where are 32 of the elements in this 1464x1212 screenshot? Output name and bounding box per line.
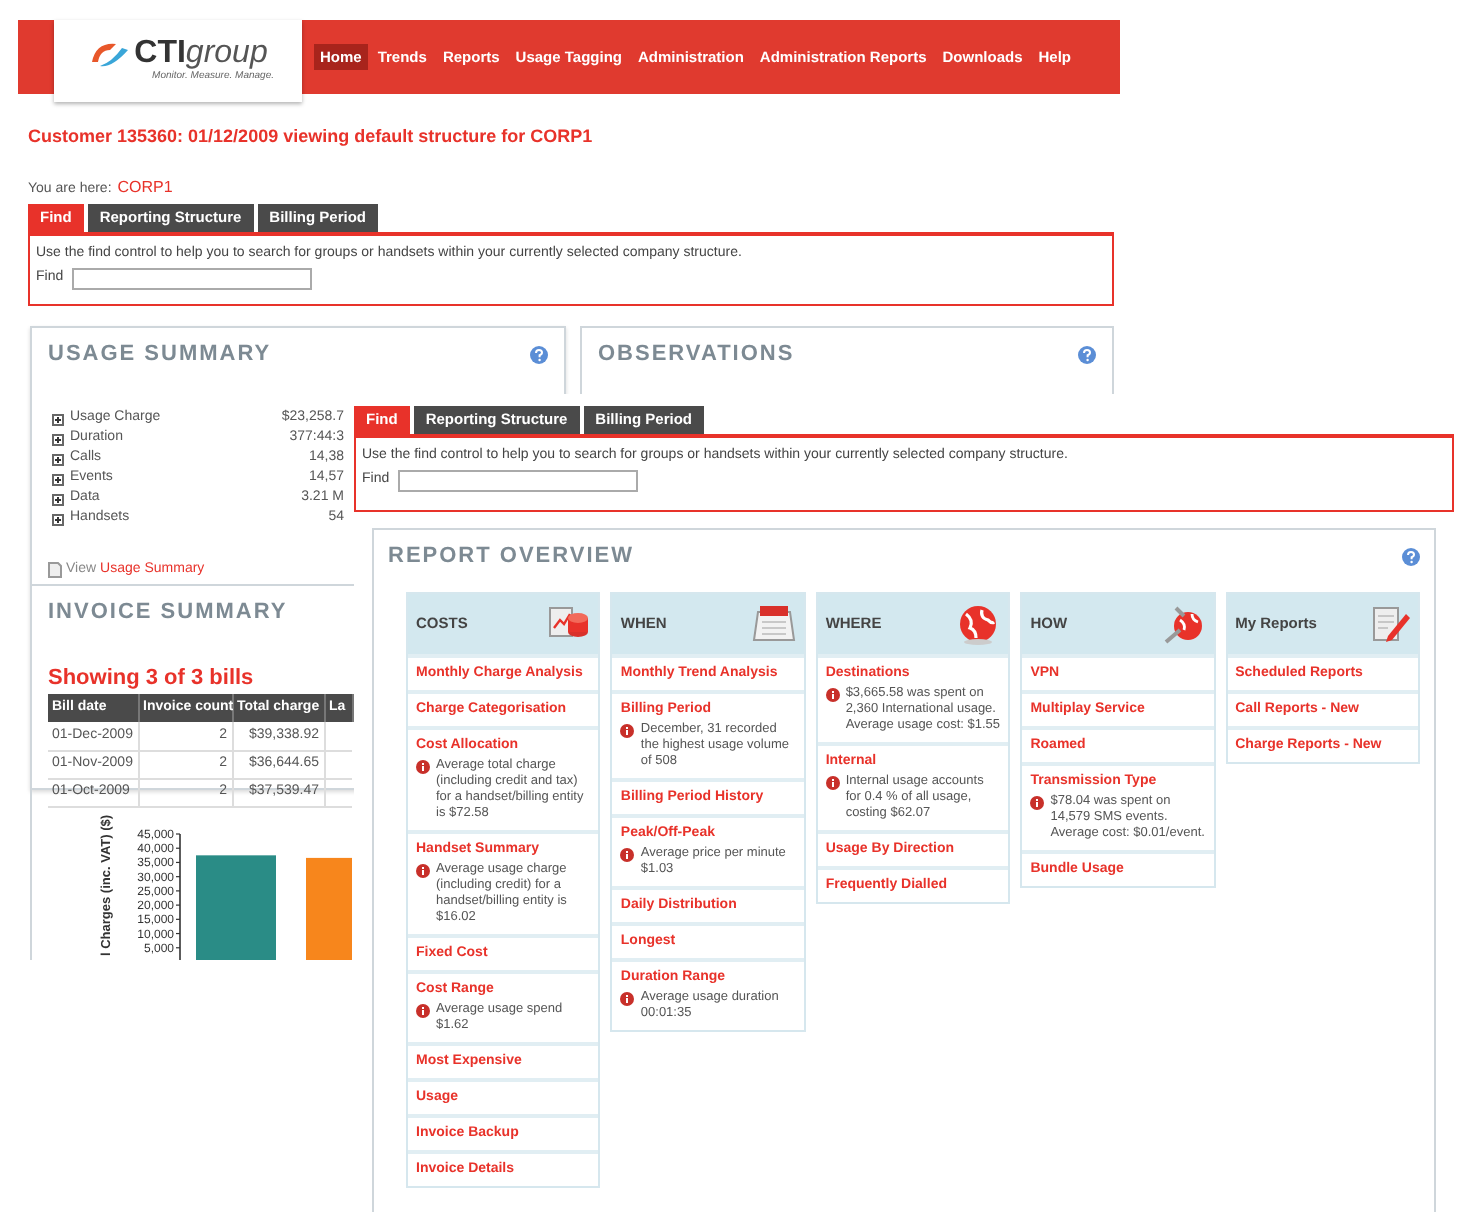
info-icon <box>825 687 840 701</box>
panel-title: REPORT OVERVIEW <box>388 542 634 572</box>
page-heading: Customer 135360: 01/12/2009 viewing default structure for CORP1 <box>28 124 595 150</box>
expand-icon <box>52 413 64 425</box>
info-icon <box>620 723 635 737</box>
find-field[interactable] <box>397 470 638 492</box>
y-axis <box>175 833 181 960</box>
breadcrumb-link[interactable]: CORP1 <box>117 175 173 199</box>
panel-title: USAGE SUMMARY <box>48 340 272 370</box>
panel-title: INVOICE SUMMARY <box>48 598 290 628</box>
help-icon <box>530 345 548 364</box>
panel-title: OBSERVATIONS <box>598 340 795 370</box>
info-icon <box>825 775 840 789</box>
calendar-icon <box>749 601 798 645</box>
info-icon <box>416 1003 430 1017</box>
expand-icon <box>52 493 64 505</box>
expand-icon <box>52 513 64 525</box>
brand-name: CTIgroup <box>134 37 268 70</box>
bill-count: Showing 3 of 3 bills <box>48 663 256 693</box>
info-icon <box>620 847 635 861</box>
help-icon <box>1078 345 1096 364</box>
document-icon <box>48 561 62 578</box>
globe-tool-icon <box>1159 601 1208 645</box>
info-icon <box>620 991 635 1005</box>
expand-icon <box>52 433 64 445</box>
expand-icon <box>52 453 64 465</box>
info-icon <box>416 759 430 773</box>
info-icon <box>416 863 430 877</box>
help-icon <box>1402 547 1420 566</box>
find-field[interactable] <box>71 268 312 290</box>
info-icon <box>1030 795 1045 809</box>
expand-icon <box>52 473 64 485</box>
